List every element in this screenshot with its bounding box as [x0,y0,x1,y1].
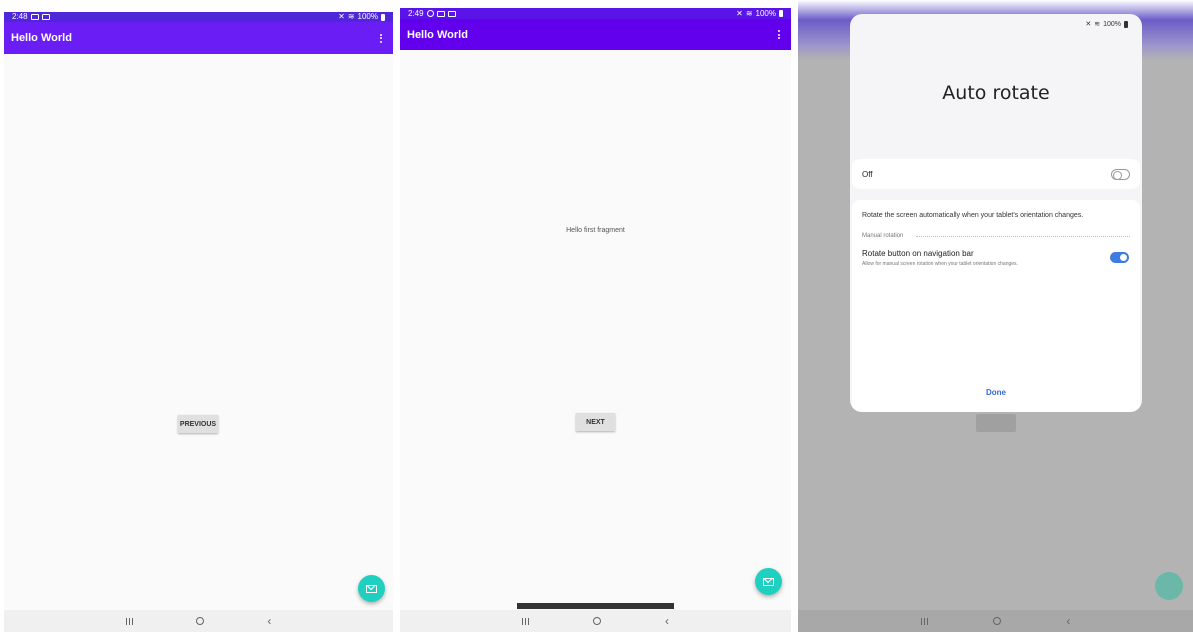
mail-fab-button[interactable] [755,568,782,595]
mute-icon: ✕ [736,8,743,18]
dimmed-button [976,414,1016,432]
gallery-icon [447,10,456,17]
gallery-icon [436,10,445,17]
mail-fab-button[interactable] [358,575,385,602]
setting-title: Rotate button on navigation bar [862,249,974,258]
back-icon[interactable]: ‹ [267,615,271,627]
taskbar-handle[interactable] [517,603,674,609]
gallery-icon [41,14,50,20]
info-card: Rotate the screen automatically when you… [852,200,1140,412]
dimmed-fab [1155,572,1183,600]
status-bar: 2:48 ✕ ≋ 100% [4,12,393,22]
section-label: Manual rotation [862,233,904,239]
navigation-bar: ‹ [4,610,393,632]
back-icon[interactable]: ‹ [665,615,669,627]
status-time: 2:49 [408,8,424,18]
mail-icon [366,584,377,593]
mute-icon: ✕ [338,12,345,21]
battery-icon [779,10,783,17]
screen-auto-rotate-dialog: ✕ ≋ 100% Auto rotate Off Rotate the scre… [798,0,1193,632]
status-time: 2:48 [12,12,28,21]
app-title: Hello World [11,32,72,44]
back-icon[interactable]: ‹ [1066,615,1070,627]
more-vert-icon[interactable] [377,33,385,43]
screen-first-fragment: 2:49 ✕ ≋ 100% Hello World Hello first fr… [400,0,791,632]
alarm-icon [426,10,434,17]
status-bar: 2:49 ✕ ≋ 100% [400,8,791,19]
recents-icon[interactable] [920,617,928,625]
app-title: Hello World [407,28,468,41]
rotate-button-toggle[interactable] [1110,252,1129,263]
wifi-icon: ≋ [1094,21,1101,28]
app-bar: Hello World [4,22,393,54]
more-vert-icon[interactable] [775,30,783,39]
wifi-icon: ≋ [745,8,753,18]
auto-rotate-toggle[interactable] [1111,168,1130,180]
mute-icon: ✕ [1085,21,1092,28]
battery-icon [381,13,385,21]
previous-button[interactable]: PREVIOUS [178,415,218,433]
wifi-icon: ≋ [347,12,355,21]
mail-icon [763,577,774,586]
battery-icon [1124,20,1128,28]
top-margin [4,0,393,12]
switch-label: Off [862,169,873,179]
battery-text: 100% [755,8,776,18]
battery-text: 100% [1103,20,1121,28]
battery-text: 100% [357,12,378,21]
auto-rotate-dialog: ✕ ≋ 100% Auto rotate Off Rotate the scre… [850,14,1142,412]
next-button[interactable]: NEXT [576,413,615,431]
screen-previous-fragment: 2:48 ✕ ≋ 100% Hello World PREVIOUS ‹ [4,0,393,632]
top-margin [400,0,791,8]
home-icon[interactable] [195,617,204,625]
gallery-icon [30,14,39,20]
home-icon[interactable] [593,617,601,625]
status-bar: ✕ ≋ 100% [1085,20,1128,28]
auto-rotate-switch-row[interactable]: Off [852,159,1140,189]
recents-icon[interactable] [522,617,529,625]
app-bar: Hello World [400,19,791,50]
setting-description: Allow for manual screen rotation when yo… [862,261,1018,267]
recents-icon[interactable] [125,617,133,625]
dialog-title: Auto rotate [942,82,1050,104]
info-text: Rotate the screen automatically when you… [862,212,1084,219]
navigation-bar: ‹ [400,610,791,632]
section-divider [916,236,1130,237]
navigation-bar: ‹ [798,610,1193,632]
home-icon[interactable] [992,617,1001,625]
done-button[interactable]: Done [852,388,1140,397]
fragment-text: Hello first fragment [566,227,625,234]
